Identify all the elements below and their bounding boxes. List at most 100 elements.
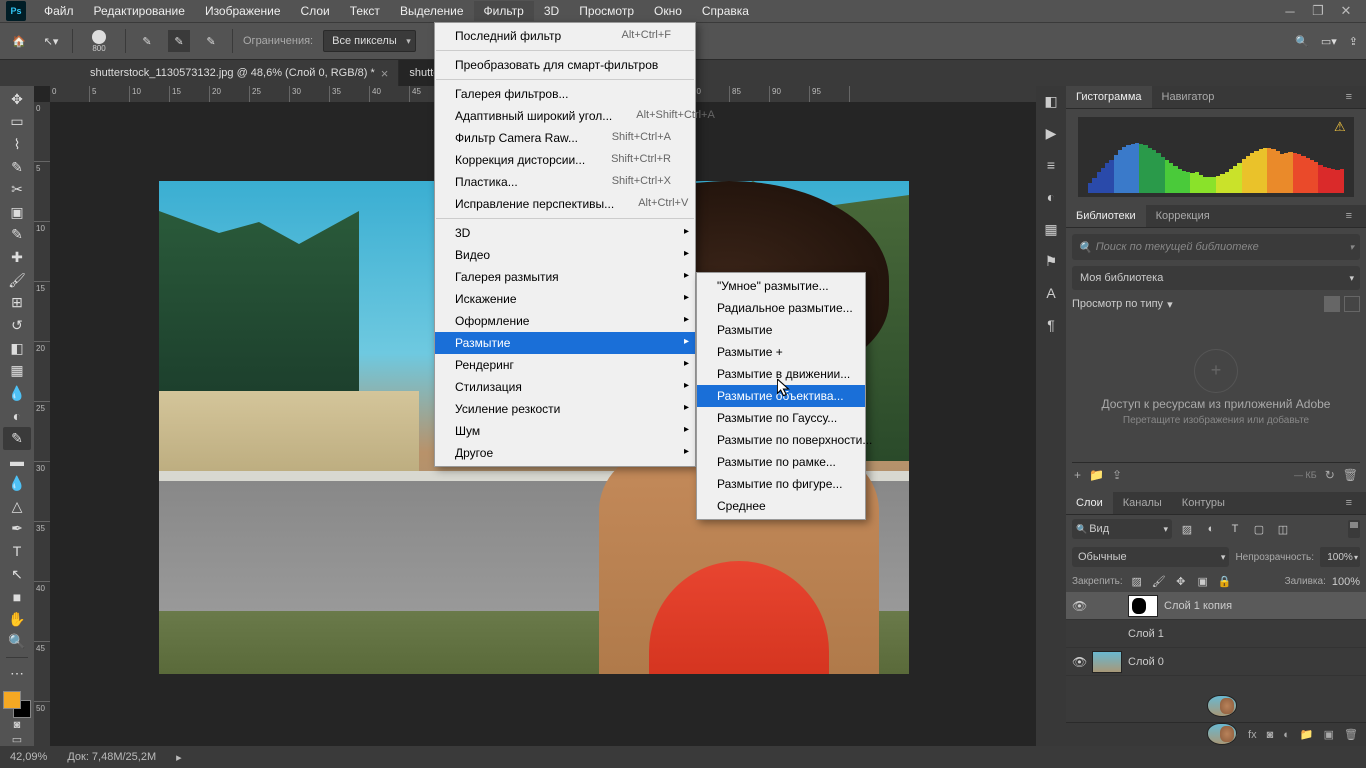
- menu-Выделение[interactable]: Выделение: [390, 1, 474, 21]
- menu-Изображение[interactable]: Изображение: [195, 1, 291, 21]
- menu-Файл[interactable]: Файл: [34, 1, 84, 21]
- menu-item[interactable]: Пластика...Shift+Ctrl+X: [435, 171, 695, 193]
- tab-adjustments[interactable]: Коррекция: [1146, 205, 1220, 227]
- fill-input[interactable]: 100%: [1332, 576, 1360, 588]
- menu-Фильтр[interactable]: Фильтр: [474, 1, 534, 21]
- filter-pixel-icon[interactable]: ▨: [1178, 520, 1196, 538]
- submenu-item[interactable]: "Умное" размытие...: [697, 275, 865, 297]
- layer-name[interactable]: Слой 1: [1128, 628, 1164, 640]
- brush-mode-1-icon[interactable]: ✎: [136, 30, 158, 52]
- tool-preset-icon[interactable]: ↖▾: [40, 30, 62, 52]
- frame-tool[interactable]: ▣: [3, 201, 31, 224]
- lock-pixels-icon[interactable]: 🖌: [1151, 575, 1167, 588]
- layer-mask-icon[interactable]: ◙: [1267, 729, 1274, 741]
- menu-item[interactable]: Последний фильтрAlt+Ctrl+F: [435, 25, 695, 47]
- library-drop-zone[interactable]: + Доступ к ресурсам из приложений Adobe …: [1072, 312, 1360, 462]
- layer-row[interactable]: 👁 Слой 1 копия: [1066, 592, 1366, 620]
- lock-transparency-icon[interactable]: ▨: [1129, 575, 1145, 588]
- lasso-tool[interactable]: ⌇: [3, 133, 31, 156]
- filter-type-icon[interactable]: T: [1226, 520, 1244, 538]
- layer-filter-dropdown[interactable]: Вид: [1072, 519, 1172, 539]
- marquee-tool[interactable]: ▭: [3, 111, 31, 134]
- gradient-fill-tool[interactable]: ▬: [3, 450, 31, 473]
- brush-mode-2-icon[interactable]: ✎: [168, 30, 190, 52]
- shape-tool[interactable]: ■: [3, 585, 31, 608]
- filter-toggle[interactable]: [1348, 520, 1360, 538]
- tab-histogram[interactable]: Гистограмма: [1066, 86, 1152, 108]
- blur-tool[interactable]: 💧: [3, 382, 31, 405]
- visibility-icon[interactable]: 👁: [1072, 599, 1086, 613]
- submenu-item[interactable]: Радиальное размытие...: [697, 297, 865, 319]
- menu-Текст[interactable]: Текст: [340, 1, 390, 21]
- menu-item[interactable]: Оформление: [435, 310, 695, 332]
- stamp-tool[interactable]: ⊞: [3, 291, 31, 314]
- tab-channels[interactable]: Каналы: [1113, 492, 1172, 514]
- layer-name[interactable]: Слой 0: [1128, 656, 1164, 668]
- submenu-item[interactable]: Размытие: [697, 319, 865, 341]
- menu-item[interactable]: Усиление резкости: [435, 398, 695, 420]
- upload-icon[interactable]: ⇪: [1112, 468, 1122, 482]
- lock-all-icon[interactable]: 🔒: [1217, 575, 1233, 588]
- zoom-level[interactable]: 42,09%: [10, 751, 47, 763]
- menu-Справка[interactable]: Справка: [692, 1, 759, 21]
- lock-position-icon[interactable]: ✥: [1173, 575, 1189, 588]
- sync-icon[interactable]: ↻: [1325, 468, 1335, 482]
- library-search-input[interactable]: 🔍Поиск по текущей библиотеке: [1072, 234, 1360, 260]
- close-tab-icon[interactable]: ×: [381, 66, 389, 81]
- zoom-tool[interactable]: 🔍: [3, 631, 31, 654]
- share-icon[interactable]: ⇪: [1349, 35, 1358, 48]
- panel-icon-styles[interactable]: ◐: [1040, 186, 1062, 208]
- window-minimize-icon[interactable]: ─: [1276, 1, 1304, 21]
- window-close-icon[interactable]: ✕: [1332, 1, 1360, 21]
- panel-icon-learn[interactable]: ◧: [1040, 90, 1062, 112]
- path-select-tool[interactable]: ↖: [3, 563, 31, 586]
- search-icon[interactable]: 🔍: [1295, 35, 1309, 48]
- home-icon[interactable]: 🏠: [8, 30, 30, 52]
- pen-tool[interactable]: ✒: [3, 518, 31, 541]
- window-restore-icon[interactable]: ❐: [1304, 1, 1332, 21]
- layer-mask-thumbnail[interactable]: [1128, 595, 1158, 617]
- menu-item[interactable]: Галерея фильтров...: [435, 83, 695, 105]
- brush-preview[interactable]: 800: [83, 25, 115, 57]
- brush-tool[interactable]: 🖌: [3, 269, 31, 292]
- filter-shape-icon[interactable]: ▢: [1250, 520, 1268, 538]
- layer-row[interactable]: Слой 1: [1066, 620, 1366, 648]
- panel-icon-actions[interactable]: ▶: [1040, 122, 1062, 144]
- menu-item[interactable]: Стилизация: [435, 376, 695, 398]
- library-view-type[interactable]: Просмотр по типу ▾: [1072, 298, 1173, 311]
- background-eraser-tool[interactable]: ✎: [3, 427, 31, 450]
- layer-thumbnail[interactable]: [1207, 723, 1237, 745]
- type-tool[interactable]: T: [3, 540, 31, 563]
- submenu-item[interactable]: Размытие по поверхности...: [697, 429, 865, 451]
- brush-mode-3-icon[interactable]: ✎: [200, 30, 222, 52]
- menu-Слои[interactable]: Слои: [291, 1, 340, 21]
- blend-mode-dropdown[interactable]: Обычные: [1072, 547, 1229, 567]
- lock-artboard-icon[interactable]: ▣: [1195, 575, 1211, 588]
- panel-icon-adjust[interactable]: ≡: [1040, 154, 1062, 176]
- submenu-item[interactable]: Среднее: [697, 495, 865, 517]
- panel-icon-paragraph[interactable]: ¶: [1040, 314, 1062, 336]
- tab-layers[interactable]: Слои: [1066, 492, 1113, 514]
- hand-tool[interactable]: ✋: [3, 608, 31, 631]
- crop-tool[interactable]: ✂: [3, 178, 31, 201]
- screen-mode-icon[interactable]: ▭▾: [1321, 35, 1337, 48]
- healing-tool[interactable]: ✚: [3, 246, 31, 269]
- folder-icon[interactable]: 📁: [1089, 468, 1104, 482]
- restrict-dropdown[interactable]: Все пикселы: [323, 30, 416, 52]
- quick-select-tool[interactable]: ✎: [3, 156, 31, 179]
- library-select[interactable]: Моя библиотека: [1072, 266, 1360, 290]
- filter-adjust-icon[interactable]: ◐: [1202, 520, 1220, 538]
- group-icon[interactable]: 📁: [1300, 728, 1314, 741]
- layer-fx-icon[interactable]: fx: [1248, 729, 1257, 741]
- eyedropper-tool[interactable]: ✎: [3, 224, 31, 247]
- panel-menu-icon[interactable]: ≡: [1336, 492, 1362, 514]
- panel-icon-type[interactable]: A: [1040, 282, 1062, 304]
- filter-smart-icon[interactable]: ◫: [1274, 520, 1292, 538]
- warning-icon[interactable]: ⚠: [1334, 119, 1350, 135]
- menu-item[interactable]: Фильтр Camera Raw...Shift+Ctrl+A: [435, 127, 695, 149]
- document-tab[interactable]: shutterstock_1130573132.jpg @ 48,6% (Сло…: [80, 60, 399, 86]
- quick-mask-icon[interactable]: ◙: [10, 718, 24, 732]
- menu-item[interactable]: Искажение: [435, 288, 695, 310]
- dodge-tool[interactable]: ◐: [3, 405, 31, 428]
- menu-item[interactable]: Размытие: [435, 332, 695, 354]
